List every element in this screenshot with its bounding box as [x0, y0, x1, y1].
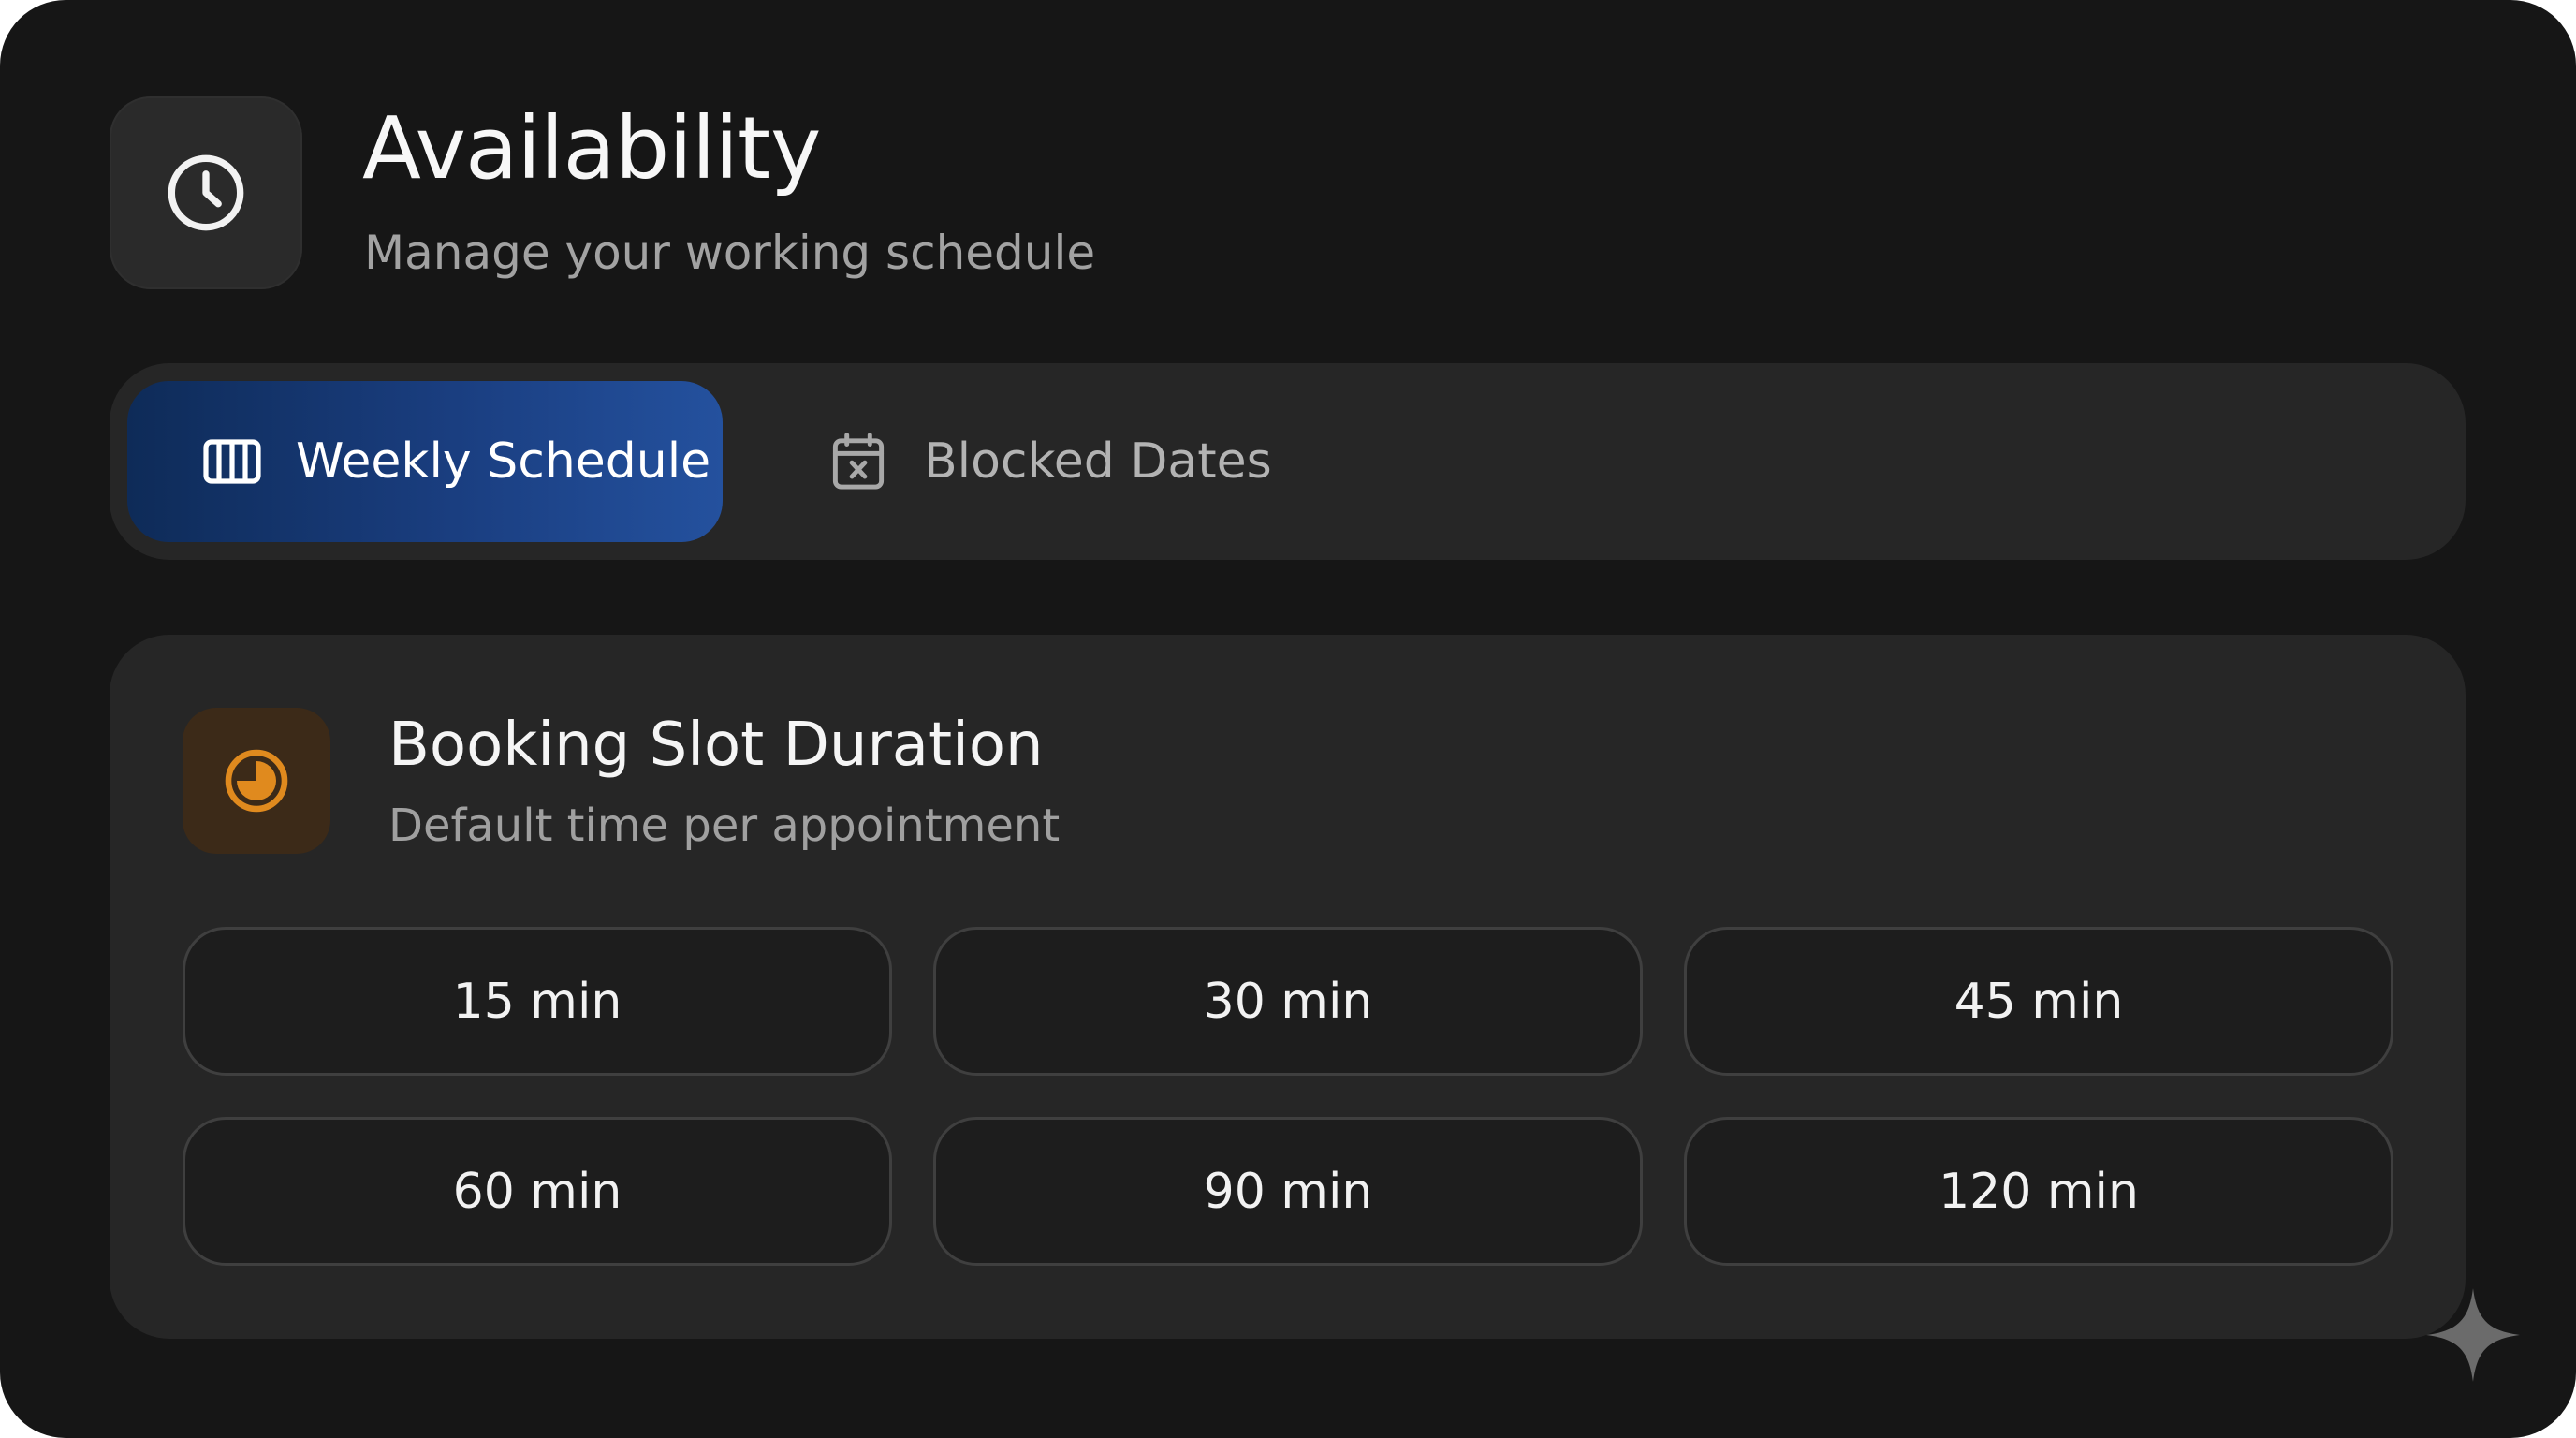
duration-option-90[interactable]: 90 min: [933, 1117, 1643, 1266]
tab-blocked-dates-label: Blocked Dates: [924, 433, 1272, 490]
page-subtitle: Manage your working schedule: [364, 226, 1096, 280]
calendar-x-icon: [830, 432, 886, 492]
timer-icon: [225, 749, 288, 813]
duration-option-30[interactable]: 30 min: [933, 927, 1643, 1076]
tab-weekly-schedule[interactable]: Weekly Schedule: [127, 381, 723, 542]
booking-slot-card: Booking Slot Duration Default time per a…: [110, 635, 2466, 1339]
clock-icon: [168, 154, 244, 231]
tab-weekly-schedule-label: Weekly Schedule: [296, 433, 711, 490]
card-subtitle: Default time per appointment: [388, 800, 1061, 852]
availability-panel: Availability Manage your working schedul…: [0, 0, 2576, 1438]
sparkle-icon: [2426, 1288, 2520, 1382]
duration-option-60[interactable]: 60 min: [183, 1117, 892, 1266]
card-title: Booking Slot Duration: [388, 711, 1044, 780]
duration-option-45[interactable]: 45 min: [1684, 927, 2393, 1076]
tab-blocked-dates[interactable]: Blocked Dates: [821, 381, 1401, 542]
tab-bar: Weekly Schedule Blocked Dates: [110, 363, 2466, 560]
timer-icon-badge: [183, 708, 330, 854]
page-title: Availability: [362, 98, 821, 198]
duration-options: 15 min 30 min 45 min 60 min 90 min 120 m…: [183, 927, 2393, 1266]
columns-icon: [202, 438, 262, 485]
duration-option-120[interactable]: 120 min: [1684, 1117, 2393, 1266]
clock-icon-badge: [110, 96, 302, 289]
duration-option-15[interactable]: 15 min: [183, 927, 892, 1076]
